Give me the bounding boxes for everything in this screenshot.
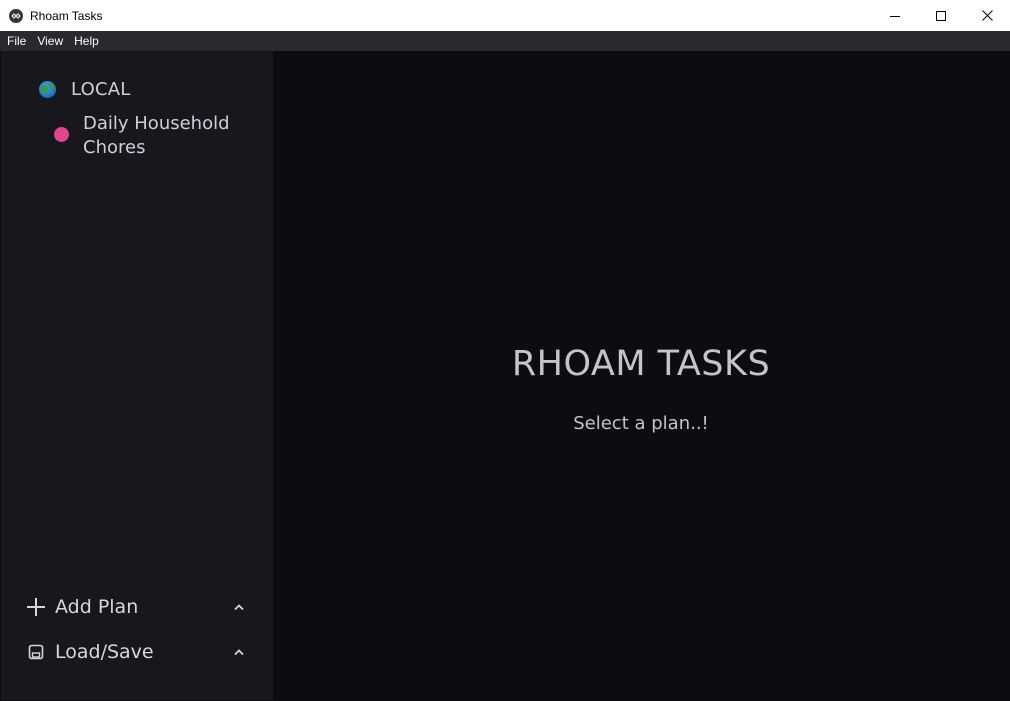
plan-item-daily-household-chores[interactable]: Daily Household Chores (54, 112, 253, 160)
close-button[interactable] (964, 0, 1010, 31)
add-plan-button[interactable]: Add Plan (25, 593, 251, 621)
tree-item-label: LOCAL (71, 79, 131, 100)
minimize-button[interactable] (872, 0, 918, 31)
load-save-button[interactable]: Load/Save (25, 638, 251, 666)
globe-icon (39, 81, 56, 98)
title-bar[interactable]: Rhoam Tasks (0, 0, 1010, 31)
empty-state-message: Select a plan..! (573, 413, 709, 434)
page-title: RHOAM TASKS (511, 344, 771, 384)
maximize-icon (936, 10, 946, 21)
plan-color-dot (54, 127, 69, 142)
plus-icon (25, 596, 47, 618)
chevron-up-icon[interactable] (231, 644, 247, 660)
close-icon (981, 10, 993, 21)
menu-view[interactable]: View (32, 31, 69, 51)
app-window: Rhoam Tasks File View Help LOCAL Daily H… (0, 0, 1010, 701)
menu-bar: File View Help (0, 31, 1010, 51)
tree-item-local[interactable]: LOCAL (39, 79, 130, 100)
menu-file[interactable]: File (0, 31, 32, 51)
chevron-up-icon[interactable] (231, 599, 247, 615)
load-save-label: Load/Save (55, 641, 154, 663)
app-logo-icon (9, 8, 23, 23)
window-title: Rhoam Tasks (30, 8, 103, 23)
main-content: RHOAM TASKS Select a plan..! (273, 51, 1009, 700)
plan-item-label: Daily Household Chores (83, 113, 230, 158)
menu-help[interactable]: Help (69, 31, 105, 51)
window-controls (872, 0, 1010, 31)
save-icon (25, 641, 47, 663)
maximize-button[interactable] (918, 0, 964, 31)
sidebar: LOCAL Daily Household Chores Add Plan Lo… (1, 51, 273, 700)
add-plan-label: Add Plan (55, 596, 139, 618)
minimize-icon (890, 15, 900, 17)
